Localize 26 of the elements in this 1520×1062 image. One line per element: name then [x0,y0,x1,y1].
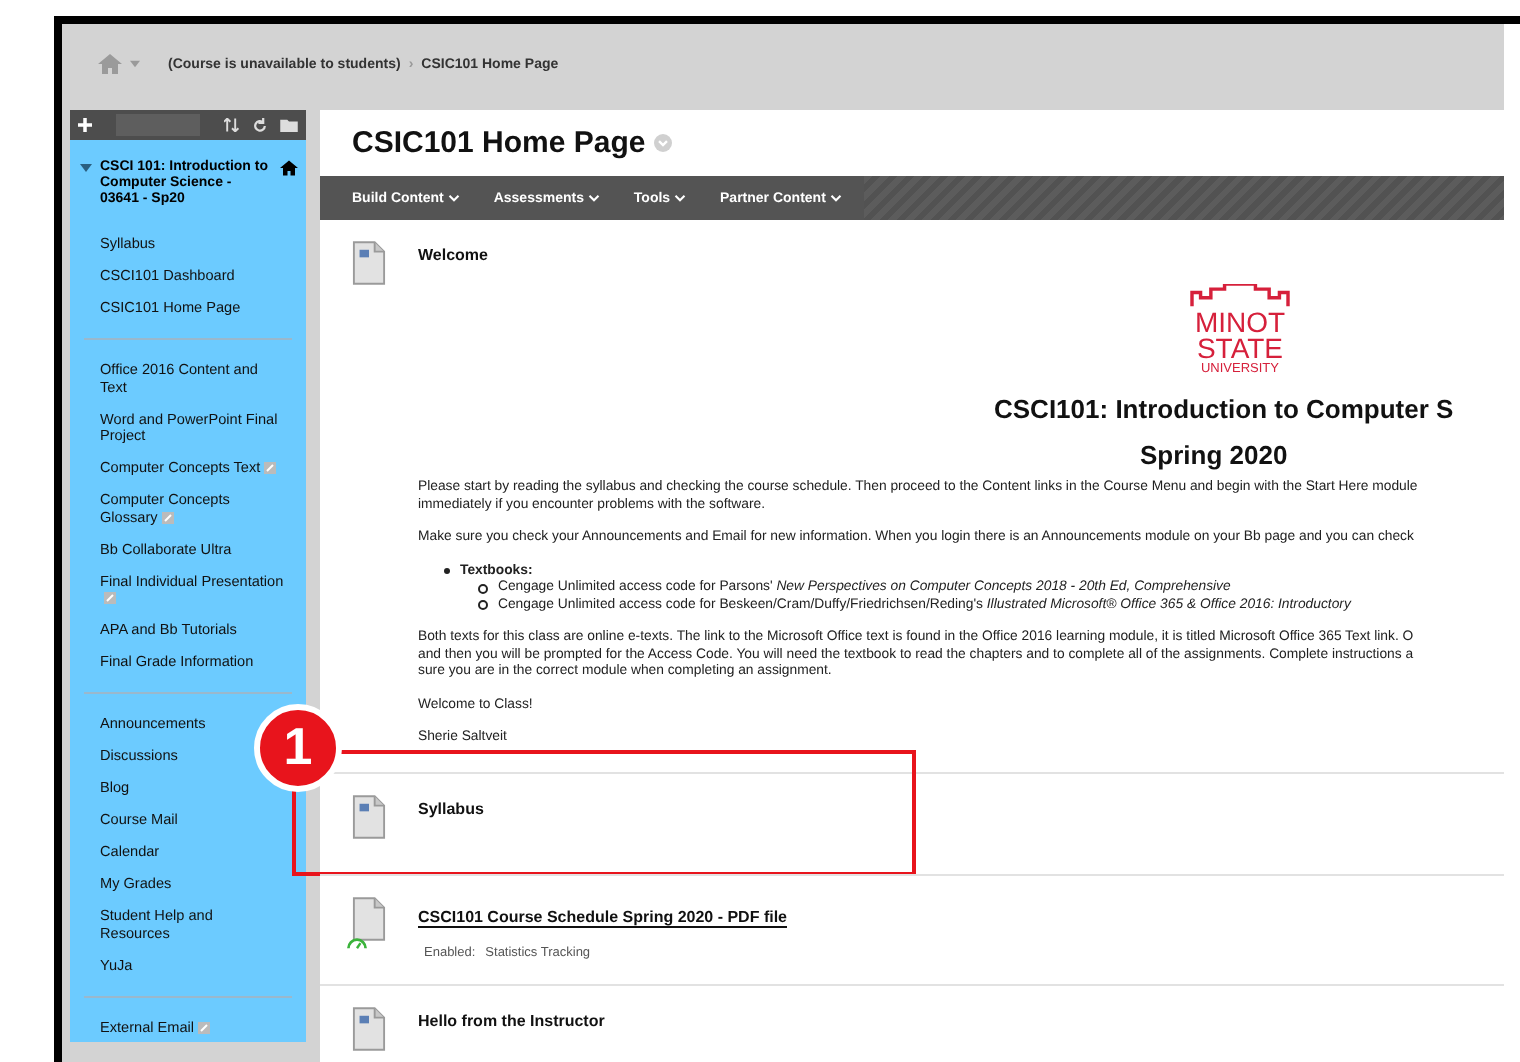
item-title[interactable]: CSCI101 Course Schedule Spring 2020 - PDF file [418,907,787,925]
document-icon [352,1005,386,1051]
refresh-icon[interactable] [252,117,268,133]
item-title: Syllabus [418,799,486,817]
caret-icon [829,193,842,201]
item-title: Welcome [418,246,490,264]
add-icon[interactable] [78,118,92,132]
home-icon [280,160,298,176]
page-title: CSIC101 Home Page [352,126,646,160]
external-link-icon [161,511,174,523]
document-icon [352,895,386,941]
expand-triangle-icon[interactable] [80,162,92,174]
sort-icon[interactable] [224,118,240,132]
term-heading: Spring 2020 [1140,440,1290,470]
tracking-icon [346,937,368,949]
item-title: Hello from the Instructor [418,1011,607,1029]
document-icon [352,793,386,839]
folder-icon[interactable] [280,118,298,132]
external-link-icon [264,462,277,474]
caret-icon [587,193,600,201]
external-link-icon [104,592,116,604]
course-heading: CSCI101: Introduction to Computer S [994,394,1456,424]
caret-icon [447,193,460,201]
document-icon [352,240,386,286]
caret-icon [674,193,687,201]
external-link-icon [198,1021,211,1033]
